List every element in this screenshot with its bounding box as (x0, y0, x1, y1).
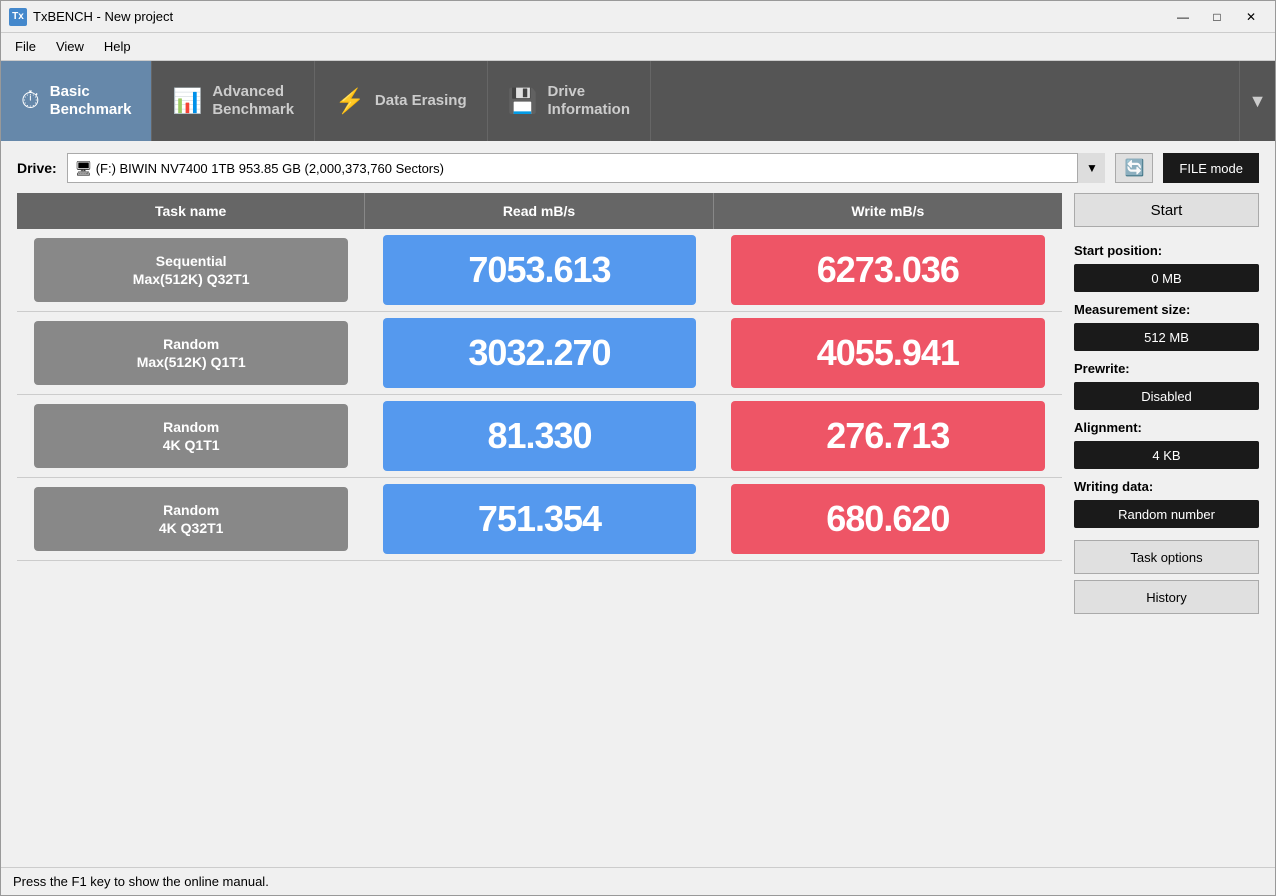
drive-pc-icon: 🖥 (75, 160, 93, 177)
table-row: Random4K Q1T1 81.330 276.713 (17, 395, 1062, 478)
drive-info-icon: 💾 (508, 87, 538, 116)
drive-select-display[interactable]: (F:) BIWIN NV7400 1TB 953.85 GB (2,000,3… (67, 153, 1106, 183)
prewrite-value: Disabled (1074, 382, 1259, 410)
advanced-benchmark-icon: 📊 (172, 87, 202, 116)
status-bar: Press the F1 key to show the online manu… (1, 867, 1275, 895)
basic-benchmark-icon: ⏱ (21, 87, 40, 115)
task-name-3: Random4K Q32T1 (34, 487, 347, 551)
tab-bar: ⏱ BasicBenchmark 📊 AdvancedBenchmark ⚡ D… (1, 61, 1275, 141)
status-text: Press the F1 key to show the online manu… (13, 874, 269, 889)
alignment-label: Alignment: (1074, 420, 1259, 435)
table-row: Random4K Q32T1 751.354 680.620 (17, 478, 1062, 561)
write-value-0: 6273.036 (731, 235, 1045, 305)
task-name-cell-2: Random4K Q1T1 (17, 401, 365, 471)
main-area: Task name Read mB/s Write mB/s Sequentia… (17, 193, 1259, 855)
task-name-cell-1: RandomMax(512K) Q1T1 (17, 318, 365, 388)
write-cell-0: 6273.036 (714, 235, 1062, 305)
start-button[interactable]: Start (1074, 193, 1259, 227)
drive-label: Drive: (17, 160, 57, 176)
table-row: SequentialMax(512K) Q32T1 7053.613 6273.… (17, 229, 1062, 312)
history-button[interactable]: History (1074, 580, 1259, 614)
read-cell-3: 751.354 (365, 484, 713, 554)
write-value-1: 4055.941 (731, 318, 1045, 388)
drive-refresh-button[interactable]: 🔄 (1115, 153, 1153, 183)
read-cell-0: 7053.613 (365, 235, 713, 305)
close-button[interactable]: ✕ (1235, 6, 1267, 28)
menu-file[interactable]: File (5, 35, 46, 58)
tab-erasing-label: Data Erasing (375, 92, 467, 110)
drive-row: Drive: 🖥 (F:) BIWIN NV7400 1TB 953.85 GB… (17, 153, 1259, 183)
task-name-cell-0: SequentialMax(512K) Q32T1 (17, 235, 365, 305)
writing-data-value: Random number (1074, 500, 1259, 528)
tab-dropdown-button[interactable]: ▼ (1239, 61, 1275, 141)
title-bar: Tx TxBENCH - New project — □ ✕ (1, 1, 1275, 33)
read-value-1: 3032.270 (383, 318, 696, 388)
start-position-value: 0 MB (1074, 264, 1259, 292)
measurement-size-value: 512 MB (1074, 323, 1259, 351)
read-cell-2: 81.330 (365, 401, 713, 471)
file-mode-button[interactable]: FILE mode (1163, 153, 1259, 183)
app-icon: Tx (9, 8, 27, 26)
tab-data-erasing[interactable]: ⚡ Data Erasing (315, 61, 488, 141)
main-content: Drive: 🖥 (F:) BIWIN NV7400 1TB 953.85 GB… (1, 141, 1275, 867)
alignment-value: 4 KB (1074, 441, 1259, 469)
table-header: Task name Read mB/s Write mB/s (17, 193, 1062, 229)
drive-dropdown-arrow[interactable]: ▼ (1077, 153, 1105, 183)
tab-drive-information[interactable]: 💾 DriveInformation (488, 61, 651, 141)
write-value-2: 276.713 (731, 401, 1045, 471)
read-value-3: 751.354 (383, 484, 696, 554)
task-options-button[interactable]: Task options (1074, 540, 1259, 574)
measurement-size-label: Measurement size: (1074, 302, 1259, 317)
header-read: Read mB/s (365, 193, 713, 229)
window-title: TxBENCH - New project (33, 9, 1167, 24)
task-name-1: RandomMax(512K) Q1T1 (34, 321, 347, 385)
window-controls: — □ ✕ (1167, 6, 1267, 28)
write-value-3: 680.620 (731, 484, 1045, 554)
drive-select-wrapper: 🖥 (F:) BIWIN NV7400 1TB 953.85 GB (2,000… (67, 153, 1106, 183)
menu-bar: File View Help (1, 33, 1275, 61)
header-write: Write mB/s (714, 193, 1062, 229)
sidebar: Start Start position: 0 MB Measurement s… (1074, 193, 1259, 855)
tab-basic-label: BasicBenchmark (50, 83, 132, 119)
write-cell-1: 4055.941 (714, 318, 1062, 388)
start-position-label: Start position: (1074, 243, 1259, 258)
menu-help[interactable]: Help (94, 35, 141, 58)
tab-basic-benchmark[interactable]: ⏱ BasicBenchmark (1, 61, 152, 141)
app-window: Tx TxBENCH - New project — □ ✕ File View… (0, 0, 1276, 896)
task-name-cell-3: Random4K Q32T1 (17, 484, 365, 554)
data-erasing-icon: ⚡ (335, 87, 365, 116)
task-name-2: Random4K Q1T1 (34, 404, 347, 468)
tab-drive-label: DriveInformation (548, 83, 631, 119)
table-row: RandomMax(512K) Q1T1 3032.270 4055.941 (17, 312, 1062, 395)
menu-view[interactable]: View (46, 35, 94, 58)
maximize-button[interactable]: □ (1201, 6, 1233, 28)
read-value-2: 81.330 (383, 401, 696, 471)
tab-advanced-benchmark[interactable]: 📊 AdvancedBenchmark (152, 61, 315, 141)
tab-advanced-label: AdvancedBenchmark (212, 83, 294, 119)
task-name-0: SequentialMax(512K) Q32T1 (34, 238, 347, 302)
writing-data-label: Writing data: (1074, 479, 1259, 494)
write-cell-3: 680.620 (714, 484, 1062, 554)
prewrite-label: Prewrite: (1074, 361, 1259, 376)
write-cell-2: 276.713 (714, 401, 1062, 471)
read-value-0: 7053.613 (383, 235, 696, 305)
benchmark-table: Task name Read mB/s Write mB/s Sequentia… (17, 193, 1062, 855)
read-cell-1: 3032.270 (365, 318, 713, 388)
minimize-button[interactable]: — (1167, 6, 1199, 28)
header-task-name: Task name (17, 193, 365, 229)
